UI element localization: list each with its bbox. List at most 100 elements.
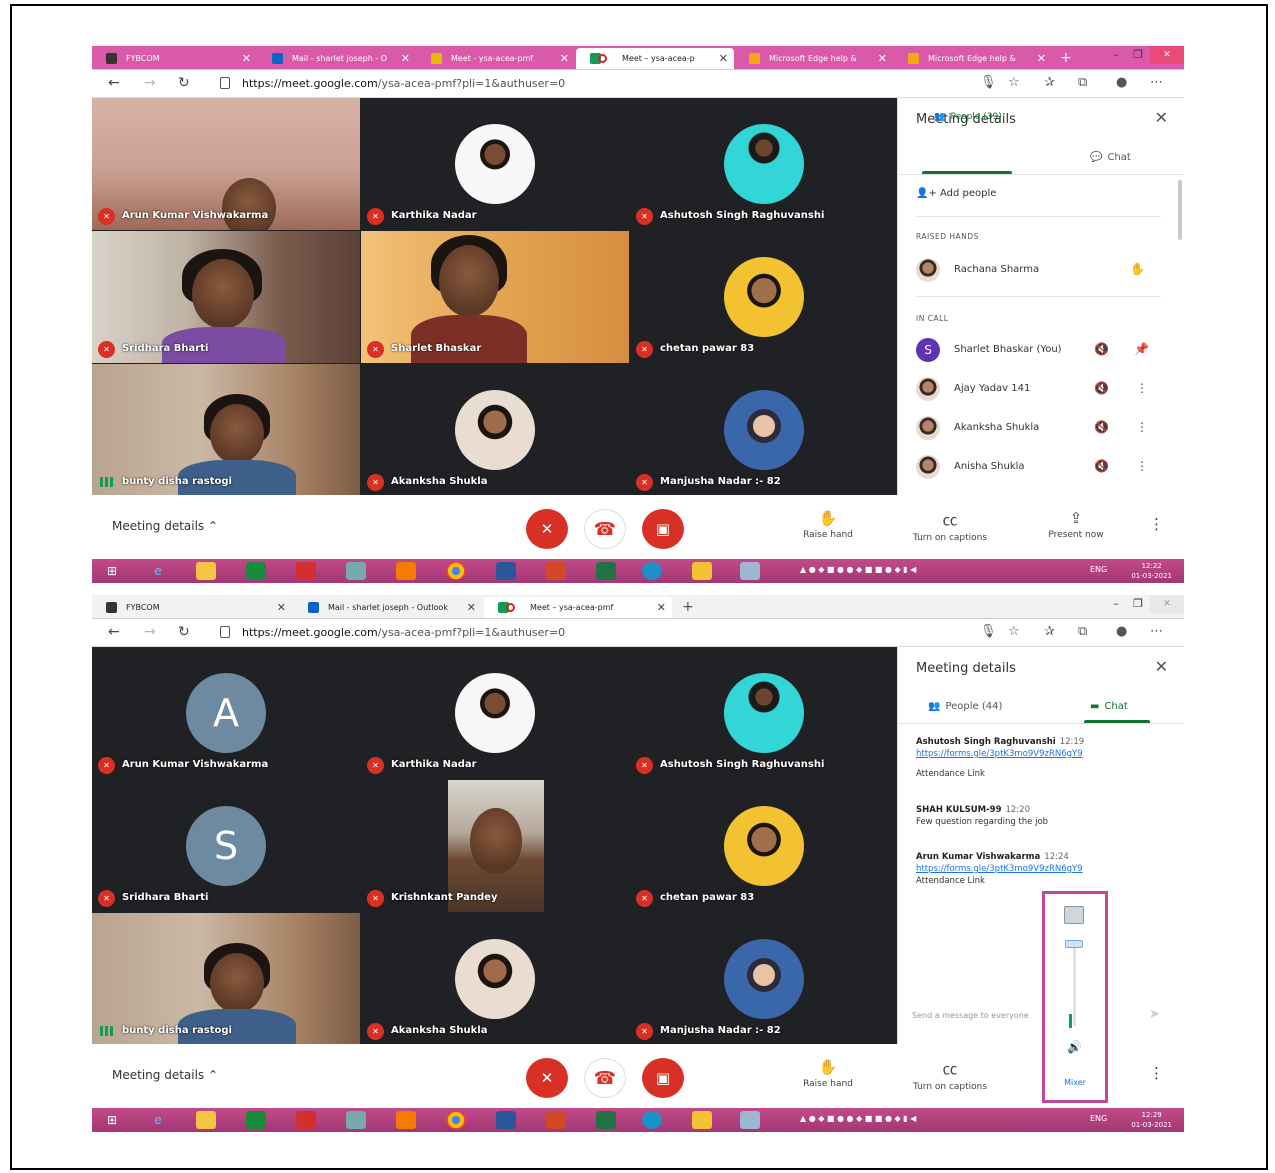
mic-off-icon[interactable]: 🔇 bbox=[1094, 420, 1109, 434]
close-tab-icon[interactable]: ✕ bbox=[657, 597, 666, 618]
ie-icon[interactable]: e bbox=[148, 562, 168, 580]
volume-slider-track[interactable] bbox=[1073, 940, 1076, 1026]
excel-icon[interactable] bbox=[596, 562, 616, 580]
close-tab-icon[interactable]: ✕ bbox=[1037, 48, 1046, 69]
raise-hand-button[interactable]: ✋ Raise hand bbox=[788, 509, 868, 540]
system-tray-icons[interactable]: ▲ ● ◆ ■ ● ● ◆ ■ ■ ● ◆ ▮ ◀ bbox=[800, 565, 916, 574]
clock[interactable]: 12:29 01-03-2021 bbox=[1131, 1110, 1172, 1130]
windows-start-icon[interactable]: ⊞ bbox=[102, 1111, 122, 1129]
more-options-icon[interactable]: ⋮ bbox=[1136, 381, 1148, 395]
leave-call-button[interactable]: ☎ bbox=[584, 1058, 626, 1098]
mic-toggle-button[interactable]: ✕ bbox=[526, 509, 568, 549]
close-tab-icon[interactable]: ✕ bbox=[719, 48, 728, 69]
word-icon[interactable] bbox=[496, 1111, 516, 1129]
profile-icon[interactable]: ● bbox=[1116, 75, 1127, 90]
chat-message-input[interactable]: Send a message to everyone bbox=[912, 1011, 1029, 1020]
close-window-icon[interactable]: ✕ bbox=[1150, 46, 1184, 64]
participant-tile[interactable]: bunty disha rastogi bbox=[92, 913, 360, 1045]
camera-toggle-button[interactable]: ▣ bbox=[642, 509, 684, 549]
present-now-button[interactable]: ⇪ Present now bbox=[1036, 509, 1116, 540]
pdf-icon[interactable] bbox=[296, 1111, 316, 1129]
file-explorer-icon[interactable] bbox=[196, 562, 216, 580]
participant-tile[interactable]: ✕ Manjusha Nadar :- 82 bbox=[630, 364, 898, 496]
participant-tile[interactable]: ✕ Karthika Nadar bbox=[361, 98, 629, 230]
pdf-icon[interactable] bbox=[296, 562, 316, 580]
new-tab-button[interactable]: + bbox=[682, 597, 694, 618]
favorite-star-icon[interactable]: ☆ bbox=[1008, 75, 1020, 90]
system-tray-icons[interactable]: ▲ ● ◆ ■ ● ● ◆ ■ ■ ● ◆ ▮ ◀ bbox=[800, 1114, 916, 1123]
participant-tile[interactable]: ✕ Ashutosh Singh Raghuvanshi bbox=[630, 98, 898, 230]
raise-hand-button[interactable]: ✋ Raise hand bbox=[788, 1058, 868, 1089]
tab-edge-help-1[interactable]: Microsoft Edge help & ✕ bbox=[735, 48, 893, 69]
close-tab-icon[interactable]: ✕ bbox=[277, 597, 286, 618]
mic-off-icon[interactable]: 🔇 bbox=[1094, 459, 1109, 473]
tab-mail[interactable]: Mail - sharlet joseph - O ✕ bbox=[258, 48, 416, 69]
scrollbar[interactable] bbox=[1178, 180, 1182, 240]
lock-icon[interactable] bbox=[220, 626, 230, 638]
close-panel-icon[interactable]: ✕ bbox=[1155, 657, 1168, 676]
person-row[interactable]: Ajay Yadav 141 🔇 ⋮ bbox=[916, 377, 1166, 401]
app-icon[interactable] bbox=[346, 1111, 366, 1129]
participant-tile[interactable]: ✕ Akanksha Shukla bbox=[361, 913, 629, 1045]
favorite-star-icon[interactable]: ☆ bbox=[1008, 624, 1020, 639]
app-icon[interactable] bbox=[740, 1111, 760, 1129]
more-icon[interactable]: ⋯ bbox=[1150, 75, 1163, 90]
profile-icon[interactable]: ● bbox=[1116, 624, 1127, 639]
participant-tile[interactable]: ✕ chetan pawar 83 bbox=[630, 231, 898, 363]
participant-tile[interactable]: ✕ Manjusha Nadar :- 82 bbox=[630, 913, 898, 1045]
chrome-icon[interactable] bbox=[446, 1111, 466, 1129]
participant-tile[interactable]: ✕ Karthika Nadar bbox=[361, 647, 629, 779]
edge-icon[interactable] bbox=[642, 562, 662, 580]
powerpoint-icon[interactable] bbox=[546, 562, 566, 580]
close-tab-icon[interactable]: ✕ bbox=[242, 48, 251, 69]
tab-fybcom[interactable]: FYBCOM ✕ bbox=[92, 597, 292, 618]
minimize-icon[interactable]: – bbox=[1106, 595, 1126, 613]
tab-edge-help-2[interactable]: Microsoft Edge help & ✕ bbox=[894, 48, 1052, 69]
more-options-icon[interactable]: ⋮ bbox=[1136, 459, 1148, 473]
word-icon[interactable] bbox=[496, 562, 516, 580]
refresh-icon[interactable]: ↻ bbox=[178, 75, 190, 91]
participant-tile[interactable]: ✕ Akanksha Shukla bbox=[361, 364, 629, 496]
pin-icon[interactable]: 📌 bbox=[1134, 342, 1149, 356]
language-indicator[interactable]: ENG bbox=[1090, 1114, 1107, 1123]
ie-icon[interactable]: e bbox=[148, 1111, 168, 1129]
speaker-icon[interactable]: 🔊 bbox=[1067, 1040, 1082, 1054]
message-link[interactable]: https://forms.gle/3ptK3mo9V9zRN6gY9 bbox=[916, 749, 1166, 759]
favorites-icon[interactable]: ✰ bbox=[1044, 624, 1055, 639]
mic-off-icon[interactable]: 🔇 bbox=[1094, 342, 1109, 356]
person-row[interactable]: Anisha Shukla 🔇 ⋮ bbox=[916, 455, 1166, 479]
mixer-link[interactable]: Mixer bbox=[1045, 1078, 1105, 1087]
person-row[interactable]: Akanksha Shukla 🔇 ⋮ bbox=[916, 416, 1166, 440]
tab-chat[interactable]: 💬 Chat bbox=[1090, 152, 1131, 163]
send-icon[interactable]: ➤ bbox=[1149, 1007, 1160, 1022]
tab-fybcom[interactable]: FYBCOM ✕ bbox=[92, 48, 257, 69]
store-icon[interactable] bbox=[246, 1111, 266, 1129]
mic-permission-icon[interactable]: 🎙 bbox=[980, 624, 997, 639]
more-options-icon[interactable]: ⋮ bbox=[1136, 420, 1148, 434]
task-icon[interactable] bbox=[692, 562, 712, 580]
file-explorer-icon[interactable] bbox=[196, 1111, 216, 1129]
raised-hand-row[interactable]: Rachana Sharma ✋ bbox=[916, 258, 1166, 282]
more-icon[interactable]: ⋯ bbox=[1150, 624, 1163, 639]
tab-meet-1[interactable]: Meet - ysa-acea-pmf ✕ bbox=[417, 48, 575, 69]
volume-slider-thumb[interactable] bbox=[1065, 940, 1083, 948]
close-tab-icon[interactable]: ✕ bbox=[878, 48, 887, 69]
participant-tile[interactable]: S ✕ Sridhara Bharti bbox=[92, 780, 360, 912]
tab-meet-active[interactable]: Meet – ysa-acea-pmf ✕ bbox=[484, 597, 672, 618]
leave-call-button[interactable]: ☎ bbox=[584, 509, 626, 549]
minimize-icon[interactable]: – bbox=[1106, 46, 1126, 64]
message-link[interactable]: https://forms.gle/3ptK3mo9V9zRN6gY9 bbox=[916, 864, 1166, 874]
mic-permission-icon[interactable]: 🎙 bbox=[980, 75, 997, 90]
back-icon[interactable]: ← bbox=[108, 624, 120, 640]
new-tab-button[interactable]: + bbox=[1060, 48, 1072, 69]
more-options-icon[interactable]: ⋮ bbox=[1149, 515, 1164, 533]
task-icon[interactable] bbox=[692, 1111, 712, 1129]
meeting-details-button[interactable]: Meeting details ⌃ bbox=[112, 519, 218, 533]
url-field[interactable]: https://meet.google.com/ysa-acea-pmf?pli… bbox=[242, 626, 565, 639]
captions-button[interactable]: ㏄ Turn on captions bbox=[910, 1058, 990, 1092]
excel-icon[interactable] bbox=[596, 1111, 616, 1129]
close-tab-icon[interactable]: ✕ bbox=[560, 48, 569, 69]
forward-icon[interactable]: → bbox=[144, 624, 156, 640]
app-icon[interactable] bbox=[740, 562, 760, 580]
participant-tile[interactable]: ✕ chetan pawar 83 bbox=[630, 780, 898, 912]
